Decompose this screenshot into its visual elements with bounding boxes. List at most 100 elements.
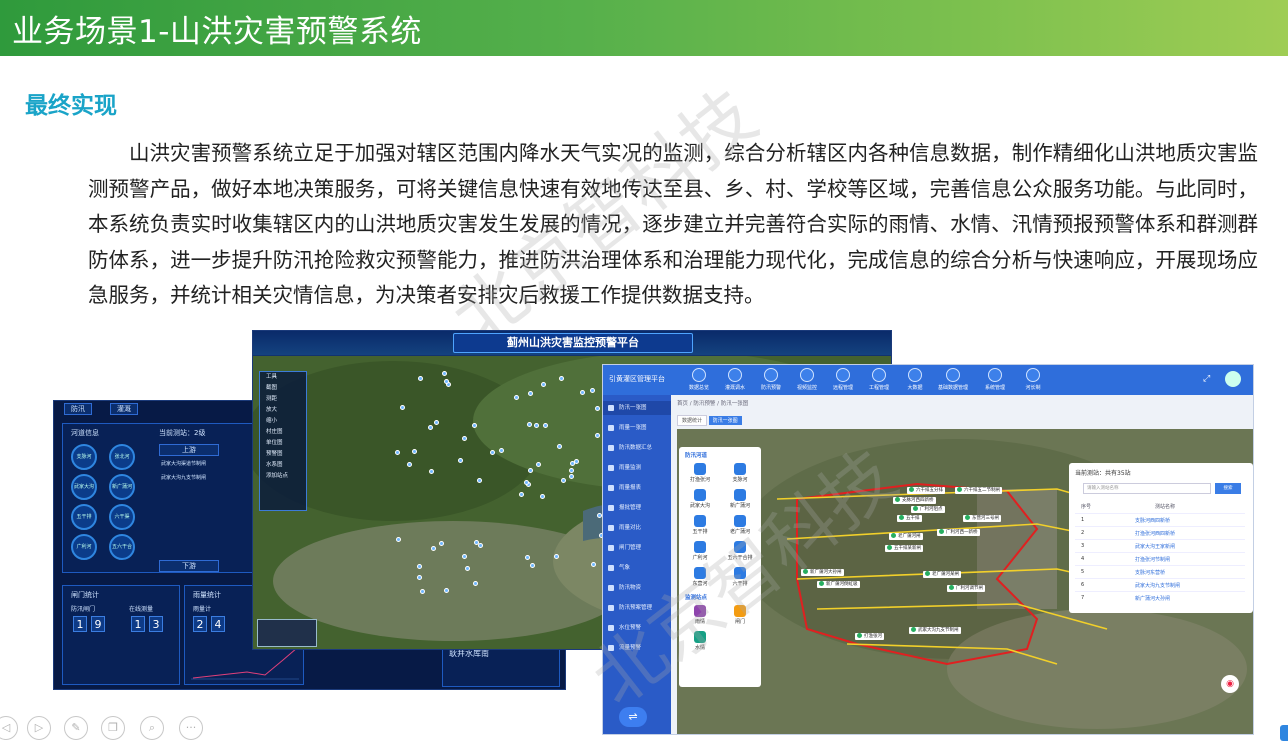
station-marker-icon[interactable] [461, 553, 467, 559]
legend-item[interactable]: 水情 [683, 631, 717, 651]
tool-item[interactable]: 缩小 [260, 416, 306, 427]
nav-item[interactable]: 远程管理 [827, 368, 859, 391]
station-marker-icon[interactable] [498, 448, 504, 453]
map-marker[interactable]: 东营河三号闸 [963, 515, 1001, 522]
nav-item[interactable]: 工程管理 [863, 368, 895, 391]
station-marker-icon[interactable] [594, 405, 600, 411]
sidebar-item[interactable]: 雨量监测 [603, 461, 671, 475]
map-marker[interactable]: 五干排某新闸 [885, 545, 923, 552]
search-button[interactable]: 搜索 [1215, 483, 1241, 494]
map-marker[interactable]: 新广蒲河大孙闸 [801, 569, 844, 576]
nav-item[interactable]: 视频监控 [791, 368, 823, 391]
speaker-icon[interactable]: ◉ [1221, 675, 1239, 693]
station-marker-icon[interactable] [514, 394, 520, 400]
sidebar-item[interactable]: 流量预警 [603, 641, 671, 655]
station-marker-icon[interactable] [443, 379, 449, 385]
legend-item[interactable]: 新广蒲河 [723, 489, 757, 509]
pen-icon[interactable]: ✎ [64, 716, 88, 740]
legend-item[interactable]: 支脉河 [723, 463, 757, 483]
nav-item[interactable]: 灌溉调水 [719, 368, 751, 391]
minimap[interactable] [257, 619, 317, 647]
station-marker-icon[interactable] [528, 390, 534, 396]
map-marker[interactable]: 广利河调节闸 [947, 585, 985, 592]
downstream-button[interactable]: 下游 [159, 560, 219, 572]
station-marker-icon[interactable] [542, 422, 548, 428]
station-marker-icon[interactable] [529, 562, 535, 568]
map-marker[interactable]: 支脉河西四新桥 [893, 497, 936, 504]
left-arrow-icon[interactable]: ◁ [0, 716, 18, 740]
station-marker-icon[interactable] [395, 537, 401, 543]
station-marker-icon[interactable] [528, 467, 534, 473]
nav-item[interactable]: 防汛预警 [755, 368, 787, 391]
tool-item[interactable]: 预警图 [260, 449, 306, 460]
station-marker-icon[interactable] [430, 545, 436, 551]
nav-item[interactable]: 数据总览 [683, 368, 715, 391]
table-row[interactable]: 7 新广蒲河大孙闸 [1075, 591, 1245, 604]
station-marker-icon[interactable] [457, 457, 463, 463]
sidebar-item[interactable]: 防汛物资 [603, 581, 671, 595]
upstream-button[interactable]: 上游 [159, 444, 219, 456]
legend-item[interactable]: 打渔张河 [683, 463, 717, 483]
station-marker-icon[interactable] [518, 492, 524, 498]
river-node[interactable]: 五干排 [71, 504, 97, 530]
fullscreen-icon[interactable]: ⤢ [1203, 374, 1210, 384]
tool-item[interactable]: 水系图 [260, 460, 306, 471]
tab-stats[interactable]: 数据统计 [677, 415, 708, 426]
map-marker[interactable]: 五干排 [897, 515, 922, 522]
legend-item[interactable]: 闸门 [723, 605, 757, 625]
station-marker-icon[interactable] [444, 587, 450, 593]
tool-item[interactable]: 测距 [260, 394, 306, 405]
station-marker-icon[interactable] [429, 468, 435, 474]
river-node[interactable]: 六干渠 [109, 504, 135, 530]
map-marker[interactable]: 打渔张河 [855, 633, 884, 640]
legend-item[interactable]: 老广蒲河 [723, 515, 757, 535]
sidebar-item[interactable]: 雨量对比 [603, 521, 671, 535]
avatar[interactable] [1225, 371, 1241, 387]
tool-item[interactable]: 放大 [260, 405, 306, 416]
river-node[interactable]: 张北河 [109, 444, 135, 470]
station-marker-icon[interactable] [416, 574, 422, 580]
map-marker[interactable]: 老广蒲河某闸 [923, 571, 961, 578]
sidebar-item[interactable]: 防汛一张图 [603, 401, 671, 415]
tool-item[interactable]: 村庄图 [260, 427, 306, 438]
table-row[interactable]: 4 打渔张河节制闸 [1075, 552, 1245, 565]
legend-item[interactable]: 武家大沟 [683, 489, 717, 509]
tab-flood-map[interactable]: 防汛一张图 [708, 416, 742, 425]
river-node[interactable]: 支脉河 [71, 444, 97, 470]
station-marker-icon[interactable] [427, 424, 433, 430]
legend-item[interactable]: 五干排 [683, 515, 717, 535]
table-row[interactable]: 1 支脉河西四新桥 [1075, 513, 1245, 526]
copy-icon[interactable]: ❐ [101, 716, 125, 740]
search-input[interactable]: 请输入测站名称 [1083, 483, 1211, 494]
search-icon[interactable]: ⌕ [140, 716, 164, 740]
tool-item[interactable]: 工具 [260, 372, 306, 383]
sidebar-item[interactable]: 防汛数据汇总 [603, 441, 671, 455]
station-marker-icon[interactable] [474, 539, 480, 545]
sidebar-item[interactable]: 水位预警 [603, 621, 671, 635]
legend-item[interactable]: 东营河 [683, 567, 717, 587]
tab-flood[interactable]: 防汛 [64, 403, 92, 415]
sidebar-item[interactable]: 闸门管理 [603, 541, 671, 555]
river-node[interactable]: 新广蒲河 [109, 474, 135, 500]
table-row[interactable]: 2 打渔张河西四新桥 [1075, 526, 1245, 539]
tool-item[interactable]: 单位图 [260, 438, 306, 449]
station-marker-icon[interactable] [490, 449, 496, 455]
map-marker[interactable]: 六干排五二节制闸 [955, 487, 1002, 494]
station-marker-icon[interactable] [407, 461, 413, 467]
map-marker[interactable]: 武家大沟九支节制闸 [909, 627, 961, 634]
map-marker[interactable]: 广利河西一新桥 [937, 529, 980, 536]
tool-item[interactable]: 截图 [260, 383, 306, 394]
sidebar-item[interactable]: 防汛预案管理 [603, 601, 671, 615]
river-node[interactable]: 五六干合排 [109, 534, 135, 560]
legend-item[interactable]: 雨情 [683, 605, 717, 625]
sidebar-item[interactable]: 气象 [603, 561, 671, 575]
table-row[interactable]: 3 武家大沟王家新闸 [1075, 539, 1245, 552]
station-marker-icon[interactable] [554, 553, 560, 559]
station-marker-icon[interactable] [419, 588, 425, 594]
more-icon[interactable]: ··· [179, 716, 203, 740]
legend-item[interactable]: 六干排 [723, 567, 757, 587]
river-node[interactable]: 武家大沟 [71, 474, 97, 500]
legend-item[interactable]: 五六干合排 [723, 541, 757, 561]
station-marker-icon[interactable] [594, 432, 600, 438]
station-marker-icon[interactable] [568, 468, 574, 474]
